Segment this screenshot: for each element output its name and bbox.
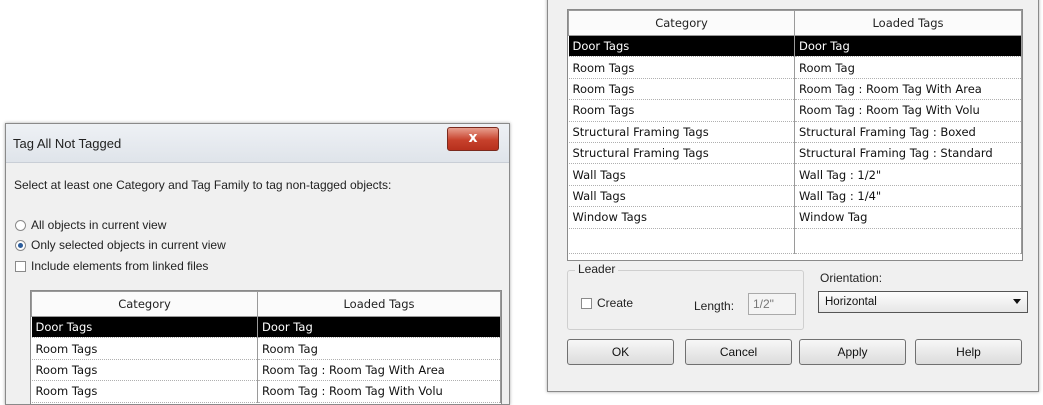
loaded-tag-cell[interactable]: Window Tag [794, 206, 1022, 229]
category-cell[interactable]: Room Tags [31, 337, 258, 360]
category-tag-table[interactable]: Category Loaded Tags Door Tags Door Tag … [30, 290, 502, 404]
radio-selected-objects-label: Only selected objects in current view [31, 238, 226, 252]
title-bar[interactable]: Tag All Not Tagged x [6, 124, 509, 163]
table-row[interactable]: Room Tags Room Tag : Room Tag With Volu [568, 99, 1022, 122]
table-header-row: Category Loaded Tags [31, 291, 501, 317]
dialog-title: Tag All Not Tagged [13, 136, 122, 151]
loaded-tag-cell[interactable]: Room Tag : Room Tag With Area [257, 359, 501, 382]
length-label: Length: [694, 299, 735, 313]
loaded-tag-cell[interactable] [794, 228, 1022, 254]
radio-button-icon[interactable] [15, 219, 26, 231]
tag-all-not-tagged-dialog-expanded: Category Loaded Tags Door Tags Door Tag … [547, 0, 1039, 392]
column-header-category[interactable]: Category [31, 291, 258, 317]
category-cell[interactable]: Door Tags [31, 316, 258, 339]
create-leader-checkbox[interactable] [581, 297, 592, 309]
loaded-tag-cell[interactable]: Wall Tag : 1/2" [794, 163, 1022, 186]
include-linked-label: Include elements from linked files [31, 259, 209, 273]
tag-all-not-tagged-dialog: Tag All Not Tagged x Select at least one… [5, 123, 510, 405]
table-row[interactable]: Structural Framing Tags Structural Frami… [568, 142, 1022, 165]
loaded-tag-cell[interactable]: Room Tag : Room Tag With Volu [794, 99, 1022, 122]
category-cell[interactable]: Room Tags [31, 380, 258, 403]
category-cell[interactable]: Room Tags [568, 56, 795, 79]
loaded-tag-cell[interactable]: Door Tag [257, 316, 501, 339]
include-linked-checkbox[interactable] [15, 260, 26, 272]
category-cell[interactable]: Structural Framing Tags [568, 142, 795, 165]
include-linked-option[interactable]: Include elements from linked files [15, 259, 208, 273]
table-row[interactable]: Room Tags Room Tag : Room Tag With Volu [31, 380, 501, 403]
table-row[interactable]: Room Tags Room Tag [31, 337, 501, 360]
table-header-row: Category Loaded Tags [568, 10, 1022, 36]
column-header-loaded-tags[interactable]: Loaded Tags [257, 291, 501, 317]
table-row[interactable]: Room Tags Room Tag : Room Tag With Area [568, 78, 1022, 101]
category-cell[interactable]: Wall Tags [568, 185, 795, 208]
instruction-text: Select at least one Category and Tag Fam… [14, 178, 392, 192]
loaded-tag-cell[interactable]: Room Tag [794, 56, 1022, 79]
table-row[interactable]: Window Tags Window Tag [568, 206, 1022, 229]
loaded-tag-cell[interactable]: Wall Tag : 1/4" [794, 185, 1022, 208]
category-cell[interactable]: Room Tags [568, 78, 795, 101]
column-header-loaded-tags[interactable]: Loaded Tags [794, 10, 1022, 36]
length-input[interactable]: 1/2" [748, 293, 796, 315]
help-button[interactable]: Help [915, 339, 1022, 365]
create-leader-label: Create [597, 296, 634, 310]
category-cell[interactable]: Room Tags [568, 99, 795, 122]
radio-selected-objects[interactable]: Only selected objects in current view [15, 238, 226, 252]
loaded-tag-cell[interactable]: Structural Framing Tag : Standard [794, 142, 1022, 165]
category-cell[interactable]: Window Tags [568, 206, 795, 229]
table-row[interactable]: Wall Tags Wall Tag : 1/2" [568, 163, 1022, 186]
close-button[interactable]: x [447, 127, 499, 151]
radio-all-objects[interactable]: All objects in current view [15, 218, 166, 232]
category-cell[interactable]: Door Tags [568, 35, 795, 58]
apply-button[interactable]: Apply [799, 339, 906, 365]
orientation-label: Orientation: [820, 271, 883, 285]
cancel-button[interactable]: Cancel [685, 339, 792, 365]
loaded-tag-cell[interactable]: Door Tag [794, 35, 1022, 58]
radio-all-objects-label: All objects in current view [31, 218, 167, 232]
category-cell[interactable]: Room Tags [31, 359, 258, 382]
loaded-tag-cell[interactable]: Room Tag [257, 337, 501, 360]
category-cell[interactable] [568, 228, 795, 254]
category-cell[interactable]: Structural Framing Tags [568, 121, 795, 143]
table-row[interactable]: Door Tags Door Tag [31, 316, 501, 339]
create-leader-option[interactable]: Create [581, 296, 633, 310]
orientation-dropdown[interactable]: Horizontal [818, 291, 1028, 313]
table-row[interactable]: Structural Framing Tags Structural Frami… [568, 121, 1022, 143]
loaded-tag-cell[interactable]: Structural Framing Tag : Boxed [794, 121, 1022, 143]
orientation-selected-value: Horizontal [825, 296, 877, 308]
table-row[interactable]: Door Tags Door Tag [568, 35, 1022, 58]
table-row[interactable]: Room Tags Room Tag : Room Tag With Area [31, 359, 501, 382]
leader-group-label: Leader [575, 262, 619, 276]
dropdown-arrow-icon[interactable] [1013, 299, 1021, 304]
table-row[interactable]: Room Tags Room Tag [568, 56, 1022, 79]
radio-button-selected-icon[interactable] [15, 239, 26, 251]
table-row[interactable]: Wall Tags Wall Tag : 1/4" [568, 185, 1022, 208]
column-header-category[interactable]: Category [568, 10, 795, 36]
ok-button[interactable]: OK [567, 339, 674, 365]
loaded-tag-cell[interactable]: Room Tag : Room Tag With Volu [257, 380, 501, 403]
table-row-empty[interactable] [568, 228, 1022, 254]
loaded-tag-cell[interactable]: Room Tag : Room Tag With Area [794, 78, 1022, 101]
close-icon: x [468, 130, 478, 146]
category-tag-table[interactable]: Category Loaded Tags Door Tags Door Tag … [567, 9, 1023, 261]
category-cell[interactable]: Wall Tags [568, 163, 795, 186]
